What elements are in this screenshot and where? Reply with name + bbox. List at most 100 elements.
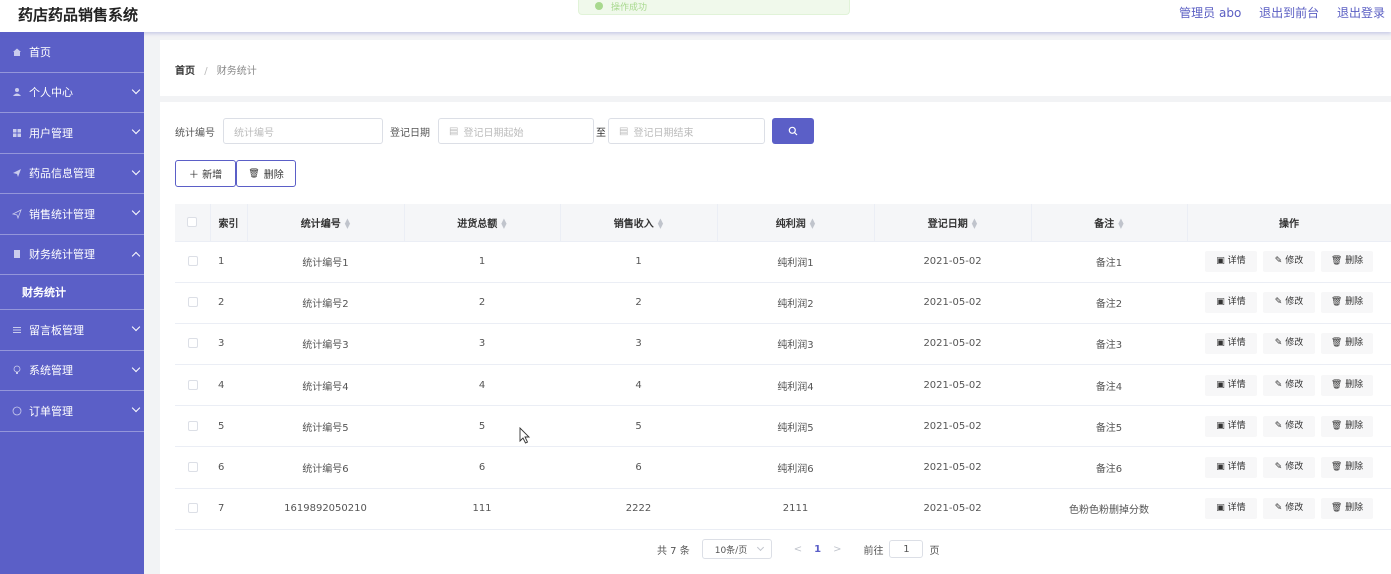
row-select-cell[interactable] [175,446,210,489]
row-select-cell[interactable] [175,323,210,366]
col-sales[interactable]: 销售收入 ▲ ▼ [560,204,718,242]
bulb-icon [12,365,22,375]
sort-icon[interactable]: ▲ ▼ [810,217,815,229]
trash-icon: 🗑 [1330,503,1346,514]
calendar-icon: ▤ [449,125,459,137]
sort-icon[interactable]: ▲ ▼ [658,217,663,229]
breadcrumb-separator: / [204,66,208,77]
detail-icon: ▣ [1216,462,1228,473]
edit-button[interactable]: ✎ 修改 [1263,374,1315,396]
sidebar-item-drugs[interactable]: 药品信息管理 [0,154,144,194]
row-checkbox[interactable] [187,379,198,390]
breadcrumb-home[interactable]: 首页 [175,66,195,77]
detail-button[interactable]: ▣ 详情 [1205,374,1257,396]
search-form: 统计编号 统计编号 登记日期 ▤ 登记日期起始 至 ▤ 登记日期结束 [175,117,814,145]
sidebar-item-finance[interactable]: 财务统计管理 [0,235,144,275]
cell-code: 统计编号2 [247,282,404,324]
edit-icon: ✎ [1274,462,1286,473]
row-checkbox[interactable] [187,420,198,431]
sort-icon[interactable]: ▲ ▼ [972,217,977,229]
front-link[interactable]: 退出到前台 [1259,6,1319,20]
trash-icon: 🗑 [1330,462,1346,473]
top-header: 药店药品销售系统 操作成功 管理员 abo 退出到前台 退出登录 [0,0,1391,32]
sidebar-item-orders[interactable]: 订单管理 [0,391,144,432]
row-select-cell[interactable] [175,282,210,324]
sort-icon[interactable]: ▲ ▼ [345,217,350,229]
circle-icon [12,406,22,416]
detail-button[interactable]: ▣ 详情 [1205,498,1257,520]
row-checkbox[interactable] [187,462,198,473]
code-input[interactable]: 统计编号 [223,118,383,144]
col-code[interactable]: 统计编号 ▲ ▼ [247,204,405,242]
edit-button[interactable]: ✎ 修改 [1263,251,1315,273]
detail-label: 详情 [1227,338,1246,349]
row-checkbox[interactable] [187,297,198,308]
sidebar-item-profile[interactable]: 个人中心 [0,73,144,113]
sidebar-item-home[interactable]: 首页 [0,32,144,73]
date-start-input[interactable]: ▤ 登记日期起始 [438,118,594,144]
row-select-cell[interactable] [175,364,210,407]
row-delete-button[interactable]: 🗑 删除 [1321,498,1373,520]
sidebar-item-system[interactable]: 系统管理 [0,351,144,391]
select-all-checkbox[interactable] [187,216,198,227]
col-code-label: 统计编号 [300,218,341,230]
sidebar-item-users[interactable]: 用户管理 [0,113,144,154]
edit-button[interactable]: ✎ 修改 [1263,457,1315,479]
row-delete-button[interactable]: 🗑 删除 [1321,374,1373,396]
row-select-cell[interactable] [175,241,210,283]
row-delete-button[interactable]: 🗑 删除 [1321,292,1373,314]
sidebar-item-label: 个人中心 [29,86,73,100]
logout-link[interactable]: 退出登录 [1337,6,1385,20]
detail-button[interactable]: ▣ 详情 [1205,251,1257,273]
row-checkbox[interactable] [187,338,198,349]
edit-button[interactable]: ✎ 修改 [1263,292,1315,314]
prev-page-button[interactable]: < [794,544,802,555]
col-profit[interactable]: 纯利润 ▲ ▼ [717,204,875,242]
row-select-cell[interactable] [175,405,210,448]
edit-icon: ✎ [1274,338,1286,349]
delete-button[interactable]: 🗑 删除 [236,160,296,187]
next-page-button[interactable]: > [833,544,841,555]
edit-button[interactable]: ✎ 修改 [1263,333,1315,355]
sort-icon[interactable]: ▲ ▼ [1118,217,1123,229]
cell-date: 2021-05-02 [874,405,1031,448]
row-delete-button[interactable]: 🗑 删除 [1321,333,1373,355]
goto-page-input[interactable]: 1 [889,540,924,558]
cell-remark: 备注2 [1031,282,1187,324]
row-delete-button[interactable]: 🗑 删除 [1321,457,1373,479]
date-end-input[interactable]: ▤ 登记日期结束 [608,118,765,144]
cell-profit: 2111 [717,488,874,530]
table-row: 5 统计编号5 5 5 纯利润5 2021-05-02 备注5 ▣ 详情 ✎ 修改 🗑 删除 [175,405,1391,448]
detail-button[interactable]: ▣ 详情 [1205,457,1257,479]
row-delete-button[interactable]: 🗑 删除 [1321,415,1373,437]
detail-button[interactable]: ▣ 详情 [1205,292,1257,314]
sidebar-subitem-finance-stats[interactable]: 财务统计 [0,275,144,310]
sort-icon[interactable]: ▲ ▼ [501,217,506,229]
col-date[interactable]: 登记日期 ▲ ▼ [874,204,1032,242]
cell-ops: ▣ 详情 ✎ 修改 🗑 删除 [1187,323,1391,366]
detail-button[interactable]: ▣ 详情 [1205,333,1257,355]
delete-label: 删除 [1345,256,1364,267]
row-delete-button[interactable]: 🗑 删除 [1321,251,1373,273]
edit-button[interactable]: ✎ 修改 [1263,498,1315,520]
search-button[interactable] [772,118,814,144]
sidebar-item-messages[interactable]: 留言板管理 [0,310,144,351]
sidebar: 首页 个人中心 用户管理 药品信息管理 销售统计管理 财务统计管理 财务统计 留… [0,32,144,574]
add-button[interactable]: ＋ 新增 [175,160,236,187]
col-remark-label: 备注 [1094,218,1115,230]
current-page[interactable]: 1 [814,544,821,555]
sidebar-item-sales[interactable]: 销售统计管理 [0,194,144,235]
row-checkbox[interactable] [187,503,198,514]
col-remark[interactable]: 备注 ▲ ▼ [1031,204,1188,242]
col-profit-label: 纯利润 [775,218,806,230]
select-all-cell[interactable] [175,204,211,242]
row-select-cell[interactable] [175,488,210,530]
doc-icon [12,249,22,259]
cell-index: 2 [210,282,247,324]
cell-sales: 1 [560,241,717,283]
detail-button[interactable]: ▣ 详情 [1205,415,1257,437]
page-size-select[interactable]: 10条/页 [701,539,772,559]
row-checkbox[interactable] [187,256,198,267]
col-purchase[interactable]: 进货总额 ▲ ▼ [404,204,561,242]
edit-button[interactable]: ✎ 修改 [1263,415,1315,437]
